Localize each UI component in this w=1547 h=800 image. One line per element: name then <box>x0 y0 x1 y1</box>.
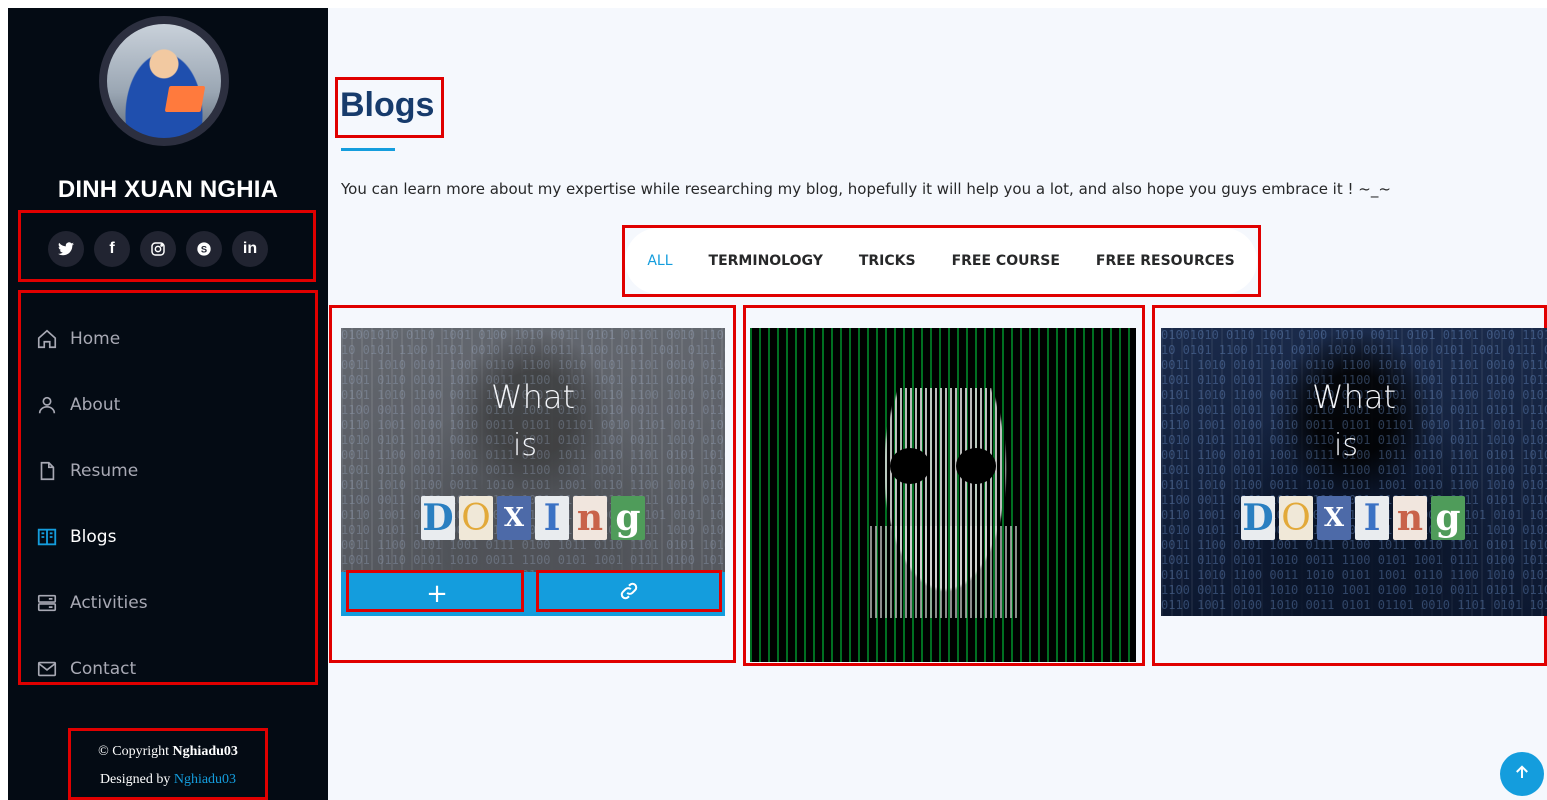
nav-item-activities[interactable]: Activities <box>26 570 316 636</box>
copyright-line: © Copyright Nghiadu03 <box>98 744 238 759</box>
person-icon <box>34 392 60 418</box>
file-icon <box>34 458 60 484</box>
twitter-icon[interactable] <box>48 231 84 267</box>
book-icon <box>34 524 60 550</box>
blog-filters: ALL TERMINOLOGY TRICKS FREE COURSE FREE … <box>625 228 1257 294</box>
sidebar: DINH XUAN NGHIA f S in Home About Resume <box>8 8 328 800</box>
copyright-name: Nghiadu03 <box>172 744 238 759</box>
binary-texture: 01001010 0110 1001 0100 1010 0011 0101 0… <box>1161 328 1547 612</box>
image-text-what: What <box>490 378 576 416</box>
server-icon <box>34 590 60 616</box>
arrow-up-icon <box>1513 762 1531 787</box>
image-text-is: is <box>1334 428 1358 463</box>
designed-by-line: Designed by Nghiadu03 <box>99 772 237 787</box>
nav-item-about[interactable]: About <box>26 372 316 438</box>
profile-name: DINH XUAN NGHIA <box>57 176 279 203</box>
social-links: f S in <box>48 231 268 267</box>
svg-text:S: S <box>201 244 207 254</box>
filter-free-course[interactable]: FREE COURSE <box>952 253 1060 269</box>
doxing-letters: D O X I n g <box>421 496 645 540</box>
link-button-annotation-box <box>536 570 722 612</box>
section-description: You can learn more about my expertise wh… <box>341 180 1391 198</box>
title-underline <box>341 148 395 151</box>
filter-free-resources[interactable]: FREE RESOURCES <box>1096 253 1235 269</box>
nav-item-blogs[interactable]: Blogs <box>26 504 316 570</box>
skull-shape <box>870 388 1020 618</box>
nav-label-resume: Resume <box>70 461 139 481</box>
filter-tricks[interactable]: TRICKS <box>859 253 916 269</box>
back-to-top-button[interactable] <box>1500 752 1544 796</box>
linkedin-icon[interactable]: in <box>232 231 268 267</box>
filter-terminology[interactable]: TERMINOLOGY <box>709 253 823 269</box>
main-content: Blogs You can learn more about my expert… <box>328 8 1547 800</box>
nav-label-blogs: Blogs <box>70 527 117 547</box>
nav-label-contact: Contact <box>70 659 137 679</box>
envelope-icon <box>34 656 60 682</box>
nav-label-home: Home <box>70 329 121 349</box>
blog-card[interactable] <box>750 328 1136 662</box>
image-text-is: is <box>513 428 537 463</box>
blog-card[interactable]: 01001010 0110 1001 0100 1010 0011 0101 0… <box>1161 328 1547 616</box>
house-icon <box>34 326 60 352</box>
nav-item-home[interactable]: Home <box>26 306 316 372</box>
instagram-icon[interactable] <box>140 231 176 267</box>
filter-all[interactable]: ALL <box>647 253 672 269</box>
doxing-letters: D O X I n g <box>1241 496 1465 540</box>
designer-link[interactable]: Nghiadu03 <box>174 772 236 787</box>
nav-label-about: About <box>70 395 121 415</box>
plus-button-annotation-box <box>346 570 524 612</box>
image-text-what: What <box>1311 378 1397 416</box>
skype-icon[interactable]: S <box>186 231 222 267</box>
nav-item-contact[interactable]: Contact <box>26 636 316 702</box>
sidebar-footer: © Copyright Nghiadu03 Designed by Nghiad… <box>68 738 268 794</box>
facebook-icon[interactable]: f <box>94 231 130 267</box>
nav-item-resume[interactable]: Resume <box>26 438 316 504</box>
nav-label-activities: Activities <box>70 593 148 613</box>
profile-avatar <box>99 16 229 146</box>
sidebar-nav: Home About Resume Blogs Activities Conta… <box>26 306 316 702</box>
section-title: Blogs <box>340 86 435 124</box>
